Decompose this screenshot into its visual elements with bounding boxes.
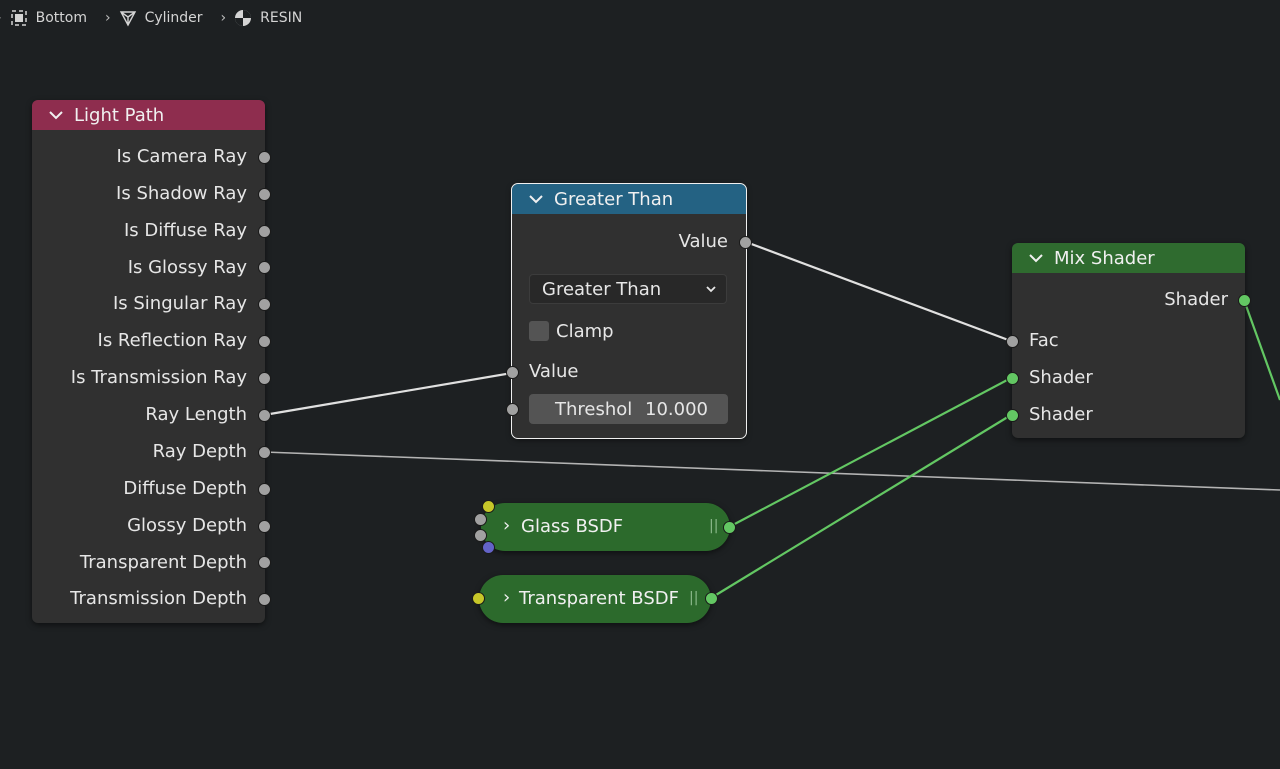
output-socket[interactable] xyxy=(258,409,271,422)
grip-icon: || xyxy=(709,518,719,534)
mix-shader-title: Mix Shader xyxy=(1054,247,1155,269)
output-label: Is Transmission Ray xyxy=(70,367,247,388)
output-label: Glossy Depth xyxy=(127,515,247,536)
transparent-bsdf-node[interactable]: › Transparent BSDF || xyxy=(479,575,711,623)
output-label: Is Camera Ray xyxy=(116,146,247,167)
threshold-label: Threshol xyxy=(555,398,633,420)
color-input-socket[interactable] xyxy=(482,500,495,513)
mix-shader-header[interactable]: Mix Shader xyxy=(1012,243,1245,273)
shader-input-socket[interactable] xyxy=(1006,409,1019,422)
chevron-down-icon[interactable] xyxy=(46,105,66,125)
output-label: Is Shadow Ray xyxy=(116,183,247,204)
material-icon xyxy=(234,9,252,27)
value-input-socket[interactable] xyxy=(506,366,519,379)
link-shader-output xyxy=(1242,299,1280,401)
shader-output-label: Shader xyxy=(1164,289,1228,310)
output-socket[interactable] xyxy=(258,593,271,606)
glass-bsdf-node[interactable]: › Glass BSDF || xyxy=(481,503,730,551)
breadcrumb-mesh[interactable]: Cylinder xyxy=(119,9,203,27)
output-label: Is Glossy Ray xyxy=(127,257,247,278)
output-label: Transparent Depth xyxy=(79,552,247,573)
glass-bsdf-title: Glass BSDF xyxy=(521,516,624,537)
breadcrumb-object[interactable]: Bottom xyxy=(10,9,87,27)
light-path-node[interactable]: Light Path Is Camera Ray Is Shadow Ray I… xyxy=(32,100,271,623)
roughness-input-socket[interactable] xyxy=(474,513,487,526)
light-path-title: Light Path xyxy=(74,104,165,126)
value-input-label: Value xyxy=(529,361,579,382)
link-glass-shader xyxy=(728,377,1012,528)
ior-input-socket[interactable] xyxy=(474,529,487,542)
output-socket[interactable] xyxy=(258,483,271,496)
output-socket[interactable] xyxy=(258,225,271,238)
output-label: Is Diffuse Ray xyxy=(123,220,247,241)
threshold-value: 10.000 xyxy=(645,398,708,420)
chevron-right-icon[interactable]: › xyxy=(503,515,510,536)
chevron-right-icon: › xyxy=(104,10,111,26)
object-icon xyxy=(10,9,28,27)
output-socket[interactable] xyxy=(258,335,271,348)
threshold-input-socket[interactable] xyxy=(506,403,519,416)
output-socket[interactable] xyxy=(258,298,271,311)
breadcrumb-object-label: Bottom xyxy=(35,10,87,26)
transparent-bsdf-title: Transparent BSDF xyxy=(519,588,679,609)
clamp-checkbox[interactable] xyxy=(529,321,549,341)
output-label: Diffuse Depth xyxy=(123,478,247,499)
color-input-socket[interactable] xyxy=(472,592,485,605)
chevron-down-icon[interactable] xyxy=(1026,248,1046,268)
transparent-bsdf-output-socket[interactable] xyxy=(705,592,718,605)
link-value-fac xyxy=(745,240,1012,343)
link-transparent-shader xyxy=(710,414,1012,599)
clamp-label: Clamp xyxy=(556,321,614,342)
greater-than-node[interactable]: Greater Than Value Greater Than Clamp Va… xyxy=(506,183,752,439)
shader-output-socket[interactable] xyxy=(1238,294,1251,307)
link-raydepth-offscreen xyxy=(263,451,1280,491)
link-raylength-value xyxy=(263,371,513,417)
output-label: Transmission Depth xyxy=(70,588,247,609)
glass-bsdf-output-socket[interactable] xyxy=(723,521,736,534)
output-socket[interactable] xyxy=(258,372,271,385)
greater-than-header[interactable]: Greater Than xyxy=(512,184,746,214)
breadcrumb-material-label: RESIN xyxy=(260,10,303,26)
value-output-socket[interactable] xyxy=(739,236,752,249)
greater-than-title: Greater Than xyxy=(554,188,674,210)
chevron-right-icon: › xyxy=(0,10,2,26)
output-label: Is Reflection Ray xyxy=(97,330,247,351)
shader-input-label: Shader xyxy=(1029,404,1093,425)
chevron-right-icon[interactable]: › xyxy=(503,587,510,608)
output-label: Ray Length xyxy=(145,404,247,425)
breadcrumb-material[interactable]: RESIN xyxy=(234,9,302,27)
fac-input-socket[interactable] xyxy=(1006,335,1019,348)
output-label: Ray Depth xyxy=(152,441,247,462)
output-socket[interactable] xyxy=(258,556,271,569)
normal-input-socket[interactable] xyxy=(482,541,495,554)
output-socket[interactable] xyxy=(258,151,271,164)
output-socket[interactable] xyxy=(258,446,271,459)
output-socket[interactable] xyxy=(258,188,271,201)
operation-value: Greater Than xyxy=(542,278,662,300)
fac-input-label: Fac xyxy=(1029,330,1059,351)
mesh-icon xyxy=(119,9,137,27)
grip-icon: || xyxy=(689,590,699,606)
chevron-right-icon: › xyxy=(220,10,227,26)
value-output-label: Value xyxy=(678,231,728,252)
breadcrumb-mesh-label: Cylinder xyxy=(144,10,203,26)
output-socket[interactable] xyxy=(258,261,271,274)
output-socket[interactable] xyxy=(258,520,271,533)
threshold-field[interactable]: Threshol 10.000 xyxy=(529,394,728,424)
chevron-down-icon[interactable] xyxy=(526,189,546,209)
mix-shader-node[interactable]: Mix Shader Shader Fac Shader Shader xyxy=(1006,243,1251,438)
output-label: Is Singular Ray xyxy=(112,293,247,314)
breadcrumb: › Bottom › Cylinder › RESIN xyxy=(0,0,302,36)
shader-input-socket[interactable] xyxy=(1006,372,1019,385)
light-path-header[interactable]: Light Path xyxy=(32,100,265,130)
shader-input-label: Shader xyxy=(1029,367,1093,388)
chevron-down-icon xyxy=(706,286,716,293)
operation-dropdown[interactable]: Greater Than xyxy=(529,274,727,304)
